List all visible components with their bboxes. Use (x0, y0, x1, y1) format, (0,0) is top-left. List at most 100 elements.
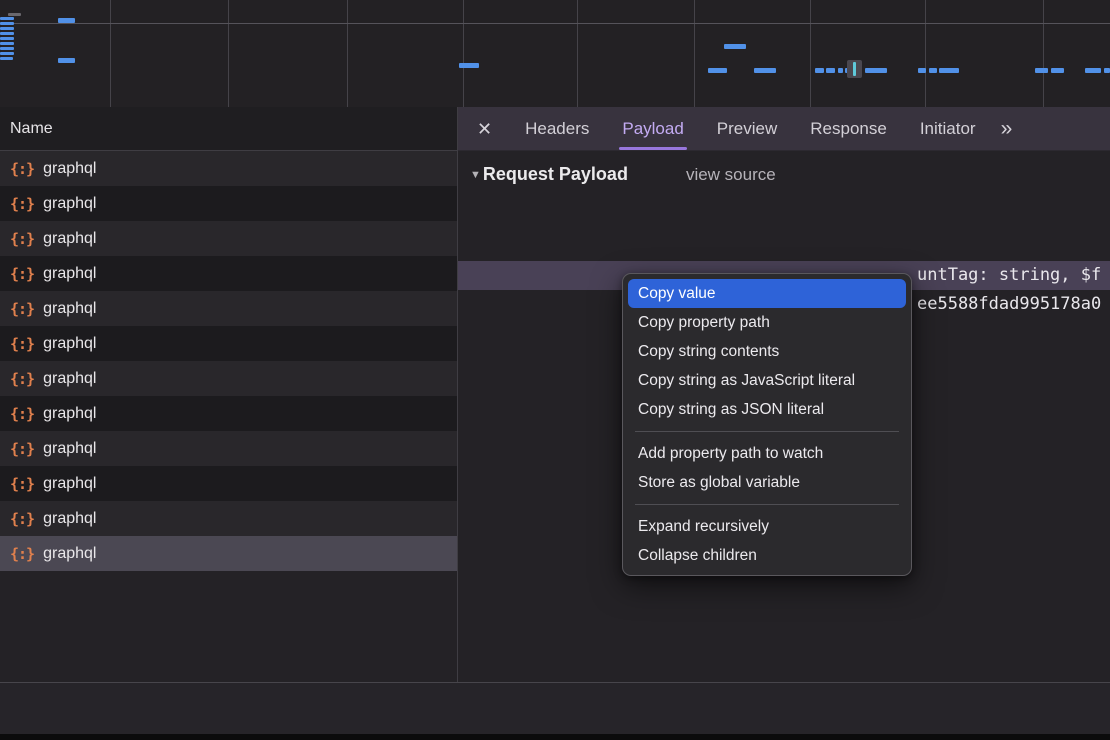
timeline-gridline (925, 0, 926, 107)
waterfall-bar (0, 52, 14, 55)
window-bottom-edge (0, 734, 1110, 740)
network-overview-timeline[interactable] (0, 0, 1110, 108)
waterfall-bar (754, 68, 776, 73)
property-value-continued: untTag: string, $f (917, 261, 1101, 290)
request-list: {:} graphql {:} graphql {:} graphql {:} graphql… (0, 151, 457, 740)
request-name: graphql (43, 475, 96, 493)
waterfall-bar (459, 63, 479, 68)
request-name: graphql (43, 440, 96, 458)
tab-headers[interactable]: Headers (525, 119, 589, 139)
section-title: Request Payload (483, 164, 628, 185)
request-row[interactable]: {:} graphql (0, 326, 457, 361)
menu-divider (635, 431, 899, 432)
menu-item-copy-string-as-javascript-literal[interactable]: Copy string as JavaScript literal (623, 366, 911, 395)
timeline-gridline (228, 0, 229, 107)
collapse-triangle-icon[interactable]: ▼ (470, 169, 481, 181)
menu-item-store-as-global-variable[interactable]: Store as global variable (623, 468, 911, 497)
request-row[interactable]: {:} graphql (0, 256, 457, 291)
menu-item-copy-string-as-json-literal[interactable]: Copy string as JSON literal (623, 395, 911, 424)
timeline-gridline (347, 0, 348, 107)
waterfall-bar (708, 68, 727, 73)
request-row[interactable]: {:} graphql (0, 431, 457, 466)
timeline-gridline (110, 0, 111, 107)
menu-item-copy-string-contents[interactable]: Copy string contents (623, 337, 911, 366)
json-request-icon: {:} (10, 195, 34, 213)
waterfall-bar (1104, 68, 1110, 73)
json-request-icon: {:} (10, 335, 34, 353)
request-row[interactable]: {:}graphql (0, 291, 457, 326)
waterfall-bar (815, 68, 824, 73)
tab-payload[interactable]: Payload (622, 119, 683, 139)
waterfall-bar (8, 13, 21, 16)
request-name: graphql (43, 335, 96, 353)
waterfall-bar (1085, 68, 1101, 73)
json-request-icon: {:} (10, 475, 34, 493)
waterfall-bar (1051, 68, 1064, 73)
json-request-icon: {:} (10, 265, 34, 283)
selected-request-marker-line (853, 62, 856, 76)
waterfall-bar (929, 68, 937, 73)
waterfall-bar (0, 37, 14, 40)
menu-item-copy-value[interactable]: Copy value (628, 279, 906, 308)
payload-row-operation-name[interactable]: operationName:"ipFlowTimeseries" (458, 232, 1110, 261)
detail-tab-bar: ✕ Headers Payload Preview Response Initiator… (458, 107, 1110, 151)
json-request-icon: {:} (10, 510, 34, 528)
request-row[interactable]: {:} graphql (0, 466, 457, 501)
request-name: graphql (43, 265, 96, 283)
request-name: graphql (43, 230, 96, 248)
request-name: graphql (43, 160, 96, 178)
json-request-icon: {:} (10, 230, 34, 248)
waterfall-bar (939, 68, 959, 73)
request-row[interactable]: {:}graphql (0, 501, 457, 536)
timeline-gridline (694, 0, 695, 107)
json-request-icon: {:} (10, 545, 34, 563)
close-icon[interactable]: ✕ (477, 120, 492, 138)
waterfall-bar (865, 68, 887, 73)
request-list-panel: Name {:}graphql{:}graphql{:}graphql{:}gr… (0, 107, 457, 740)
menu-item-copy-property-path[interactable]: Copy property path (623, 308, 911, 337)
selected-request-marker (847, 60, 862, 78)
timeline-gridline (810, 0, 811, 107)
name-column-header[interactable]: Name (0, 107, 457, 151)
timeline-gridline (463, 0, 464, 107)
status-bar (0, 683, 1110, 734)
json-request-icon: {:} (10, 160, 34, 178)
tab-response[interactable]: Response (810, 119, 887, 139)
waterfall-bar (0, 32, 14, 35)
menu-item-expand-recursively[interactable]: Expand recursively (623, 512, 911, 541)
context-menu: Copy valueCopy property pathCopy string … (622, 273, 912, 576)
waterfall-bar (918, 68, 926, 73)
waterfall-bar (0, 57, 13, 60)
waterfall-bar (826, 68, 835, 73)
request-row[interactable]: {:}graphql (0, 361, 457, 396)
menu-item-collapse-children[interactable]: Collapse children (623, 541, 911, 570)
payload-root-row[interactable]: ▼ {operationName: "ipFlowTimeseries", va… (458, 203, 1110, 232)
json-request-icon: {:} (10, 370, 34, 388)
waterfall-bar (1035, 68, 1048, 73)
request-row[interactable]: {:}graphql (0, 396, 457, 431)
timeline-gridline (1043, 0, 1044, 107)
menu-item-add-property-path-to-watch[interactable]: Add property path to watch (623, 439, 911, 468)
property-value-continued: ee5588fdad995178a0 (917, 290, 1101, 319)
tab-preview[interactable]: Preview (717, 119, 777, 139)
request-row[interactable]: {:} graphql (0, 151, 457, 186)
request-row[interactable]: {:} graphql (0, 221, 457, 256)
timeline-gridline (577, 0, 578, 107)
request-row[interactable]: {:} graphql (0, 186, 457, 221)
request-name: graphql (43, 195, 96, 213)
waterfall-bar (838, 68, 843, 73)
json-request-icon: {:} (10, 440, 34, 458)
tab-initiator[interactable]: Initiator (920, 119, 976, 139)
waterfall-bar (0, 27, 14, 30)
waterfall-bar (58, 18, 75, 23)
waterfall-bar (0, 42, 14, 45)
more-tabs-icon[interactable]: » (1001, 117, 1016, 141)
view-source-link[interactable]: view source (686, 165, 776, 185)
menu-divider (635, 504, 899, 505)
json-request-icon: {:} (10, 405, 34, 423)
request-row[interactable]: {:}graphql (0, 536, 457, 571)
waterfall-bar (58, 58, 75, 63)
request-name: graphql (43, 300, 96, 318)
waterfall-bar (0, 47, 14, 50)
waterfall-bar (0, 17, 14, 20)
